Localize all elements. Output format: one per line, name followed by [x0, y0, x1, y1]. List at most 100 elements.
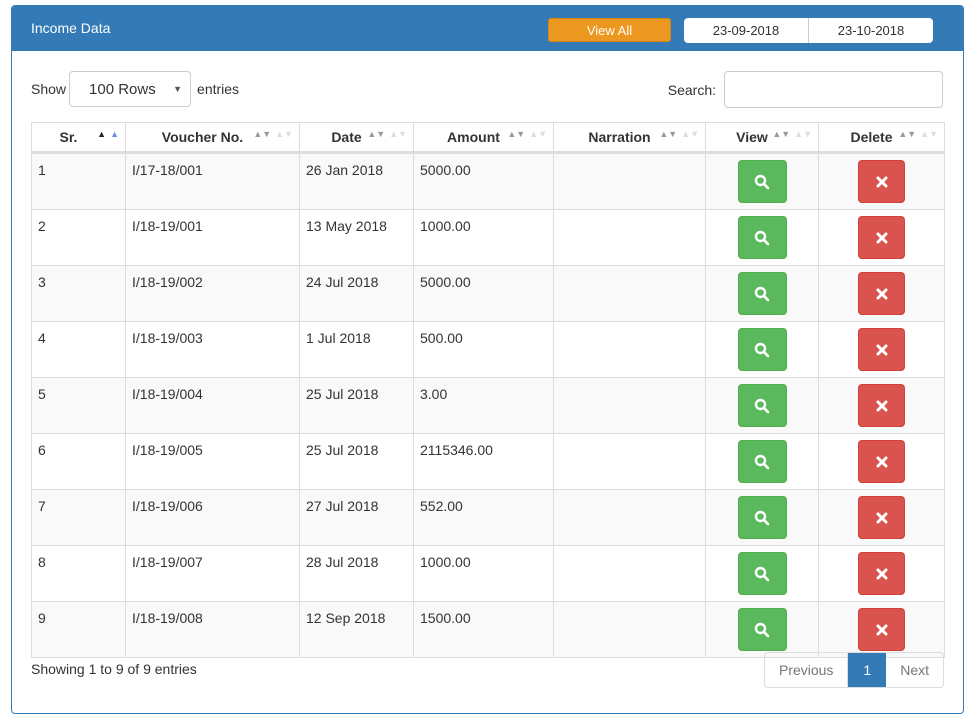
- cell-narration: [553, 489, 706, 546]
- view-button[interactable]: [737, 216, 787, 259]
- delete-button[interactable]: [858, 328, 905, 371]
- cell-delete: [818, 433, 945, 490]
- cell-narration: [553, 209, 706, 266]
- view-button[interactable]: [737, 384, 787, 427]
- column-header-view[interactable]: View ▲▼ ▲▼: [705, 122, 819, 154]
- delete-button[interactable]: [858, 496, 905, 539]
- sort-icon: ▲▼ ▲▼: [659, 129, 699, 139]
- cell-view: [705, 321, 819, 378]
- cell-sr: 6: [31, 433, 126, 490]
- cell-narration: [553, 601, 706, 658]
- cell-voucher: I/18-19/003: [125, 321, 300, 378]
- cell-date: 12 Sep 2018: [299, 601, 414, 658]
- search-label: Search:: [667, 81, 716, 98]
- previous-page-button[interactable]: Previous: [765, 653, 849, 687]
- view-button[interactable]: [737, 272, 787, 315]
- cell-voucher: I/17-18/001: [125, 152, 300, 210]
- cell-delete: [818, 377, 945, 434]
- cell-view: [705, 152, 819, 210]
- cell-voucher: I/18-19/005: [125, 433, 300, 490]
- cell-date: 1 Jul 2018: [299, 321, 414, 378]
- table-row: 6 I/18-19/005 25 Jul 2018 2115346.00: [31, 433, 945, 490]
- rows-per-page-select[interactable]: 100 Rows ▼: [69, 71, 192, 107]
- delete-button[interactable]: [858, 216, 905, 259]
- sort-icon: ▲▼ ▲▼: [367, 129, 407, 139]
- income-data-panel: Income Data View All 23-09-2018 23-10-20…: [11, 5, 964, 714]
- view-button[interactable]: [737, 160, 787, 203]
- cell-view: [705, 601, 819, 658]
- column-header-sr[interactable]: Sr. ▲ ▲: [31, 122, 126, 154]
- cell-voucher: I/18-19/008: [125, 601, 300, 658]
- view-button[interactable]: [737, 328, 787, 371]
- search-icon: [754, 342, 770, 358]
- search-icon: [754, 174, 770, 190]
- table-info: Showing 1 to 9 of 9 entries: [31, 661, 197, 677]
- search-control: Search:: [668, 71, 943, 108]
- cell-amount: 5000.00: [413, 265, 554, 322]
- cell-view: [705, 209, 819, 266]
- cell-voucher: I/18-19/002: [125, 265, 300, 322]
- cell-amount: 3.00: [413, 377, 554, 434]
- search-icon: [754, 510, 770, 526]
- view-button[interactable]: [737, 496, 787, 539]
- date-from-field[interactable]: 23-09-2018: [684, 18, 808, 43]
- search-input[interactable]: [724, 71, 943, 108]
- table-row: 9 I/18-19/008 12 Sep 2018 1500.00: [31, 601, 945, 658]
- column-header-date[interactable]: Date ▲▼ ▲▼: [299, 122, 414, 154]
- show-label: Show: [31, 81, 67, 97]
- cell-amount: 500.00: [413, 321, 554, 378]
- column-header-delete[interactable]: Delete ▲▼ ▲▼: [818, 122, 945, 154]
- rows-per-page-value: 100 Rows: [89, 80, 156, 98]
- chevron-down-icon: ▼: [173, 84, 183, 94]
- cell-sr: 7: [31, 489, 126, 546]
- view-button[interactable]: [737, 552, 787, 595]
- next-page-button[interactable]: Next: [886, 653, 943, 687]
- search-icon: [754, 398, 770, 414]
- income-table: Sr. ▲ ▲ Voucher No. ▲▼ ▲▼ Date ▲▼ ▲▼ Amount…: [31, 122, 945, 658]
- column-header-voucher[interactable]: Voucher No. ▲▼ ▲▼: [125, 122, 300, 154]
- cell-delete: [818, 209, 945, 266]
- delete-button[interactable]: [858, 384, 905, 427]
- search-icon: [754, 566, 770, 582]
- delete-button[interactable]: [858, 272, 905, 315]
- delete-button[interactable]: [858, 440, 905, 483]
- view-button[interactable]: [737, 608, 787, 651]
- cell-amount: 1000.00: [413, 545, 554, 602]
- table-row: 5 I/18-19/004 25 Jul 2018 3.00: [31, 377, 945, 434]
- cell-view: [705, 545, 819, 602]
- cell-date: 13 May 2018: [299, 209, 414, 266]
- cell-delete: [818, 601, 945, 658]
- sort-icon: ▲▼ ▲▼: [253, 129, 293, 139]
- table-row: 4 I/18-19/003 1 Jul 2018 500.00: [31, 321, 945, 378]
- date-to-field[interactable]: 23-10-2018: [808, 18, 933, 43]
- cell-narration: [553, 265, 706, 322]
- search-icon: [754, 230, 770, 246]
- cell-sr: 1: [31, 152, 126, 210]
- delete-button[interactable]: [858, 552, 905, 595]
- view-button[interactable]: [737, 440, 787, 483]
- delete-button[interactable]: [858, 608, 905, 651]
- cell-date: 25 Jul 2018: [299, 377, 414, 434]
- column-header-amount[interactable]: Amount ▲▼ ▲▼: [413, 122, 554, 154]
- close-icon: [876, 176, 888, 188]
- table-row: 2 I/18-19/001 13 May 2018 1000.00: [31, 209, 945, 266]
- cell-voucher: I/18-19/001: [125, 209, 300, 266]
- delete-button[interactable]: [858, 160, 905, 203]
- sort-icon: ▲▼ ▲▼: [507, 129, 547, 139]
- cell-date: 26 Jan 2018: [299, 152, 414, 210]
- cell-date: 27 Jul 2018: [299, 489, 414, 546]
- panel-title: Income Data: [31, 20, 111, 36]
- sort-icon: ▲▼ ▲▼: [772, 129, 812, 139]
- cell-view: [705, 489, 819, 546]
- cell-sr: 4: [31, 321, 126, 378]
- cell-sr: 9: [31, 601, 126, 658]
- page-button-current[interactable]: 1: [848, 653, 887, 687]
- view-all-button[interactable]: View All: [548, 18, 671, 42]
- cell-narration: [553, 321, 706, 378]
- cell-sr: 5: [31, 377, 126, 434]
- column-header-narration[interactable]: Narration ▲▼ ▲▼: [553, 122, 706, 154]
- search-icon: [754, 454, 770, 470]
- cell-view: [705, 377, 819, 434]
- close-icon: [876, 232, 888, 244]
- cell-amount: 552.00: [413, 489, 554, 546]
